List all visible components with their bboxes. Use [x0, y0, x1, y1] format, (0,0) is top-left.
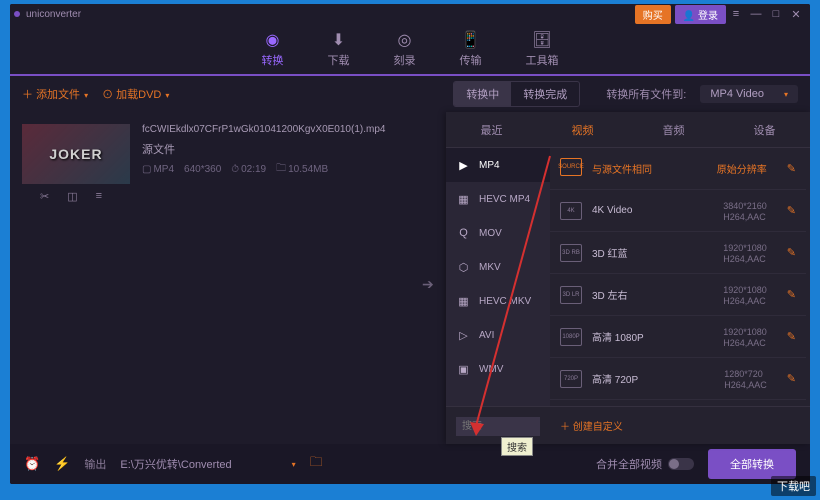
file-size: 🗀 10.54MB	[276, 161, 328, 178]
nav-transfer[interactable]: 📱传输	[460, 30, 482, 68]
file-card[interactable]: JOKER ✂ ◫ ≡ fcCWIEkdlx07CFrP1wGk01041200…	[22, 124, 428, 203]
quicktime-icon: Q	[456, 226, 471, 241]
app-title: uniconverter	[26, 9, 81, 20]
file-duration: ⏱ 02:19	[231, 164, 266, 175]
file-thumbnail: JOKER	[22, 124, 130, 184]
preset-4k[interactable]: 4K4K Video3840*2160H264,AAC✎	[550, 190, 806, 232]
close-button[interactable]: ✕	[786, 8, 806, 21]
fmt-mov[interactable]: QMOV	[446, 216, 550, 250]
gpu-icon[interactable]: ⚡	[54, 456, 70, 472]
format-panel: 最近 视频 音频 设备 ▶MP4 ▦HEVC MP4 QMOV ⬡MKV ▦HE…	[446, 112, 810, 444]
preset-3d-lr[interactable]: 3D LR3D 左右1920*1080H264,AAC✎	[550, 274, 806, 316]
convert-to-label: 转换所有文件到:	[606, 86, 686, 102]
avi-icon: ▷	[456, 328, 471, 343]
watermark: 下载吧	[771, 476, 816, 496]
edit-icon[interactable]: ✎	[787, 162, 796, 175]
tab-completed[interactable]: 转换完成	[511, 82, 579, 106]
maximize-button[interactable]: □	[766, 8, 786, 20]
main-nav: ◉转换 ⬇下载 ◎刻录 📱传输 🗄工具箱	[10, 24, 810, 76]
minimize-button[interactable]: —	[746, 8, 766, 20]
schedule-icon[interactable]: ⏰	[24, 456, 40, 472]
load-dvd-button[interactable]: ⊙ 加载DVD▾	[102, 86, 169, 102]
output-label: 输出	[84, 456, 106, 472]
fmt-mp4[interactable]: ▶MP4	[446, 148, 550, 182]
nav-burn[interactable]: ◎刻录	[394, 30, 416, 68]
source-label: 源文件	[142, 141, 428, 157]
buy-button[interactable]: 购买	[635, 5, 671, 24]
add-file-button[interactable]: ＋ 添加文件▾	[22, 86, 88, 102]
edit-icon[interactable]: ✎	[787, 372, 796, 385]
hevc-icon: ▦	[456, 294, 471, 309]
merge-label: 合并全部视频	[596, 456, 662, 472]
file-list: JOKER ✂ ◫ ≡ fcCWIEkdlx07CFrP1wGk01041200…	[10, 112, 440, 444]
preset-720p[interactable]: 720P高清 720P1280*720H264,AAC✎	[550, 358, 806, 400]
edit-icon[interactable]: ✎	[787, 204, 796, 217]
phone-icon: 📱	[461, 30, 481, 50]
folder-icon[interactable]: 🗀	[310, 453, 323, 475]
crop-icon[interactable]: ◫	[67, 190, 77, 203]
fmt-avi[interactable]: ▷AVI	[446, 318, 550, 352]
login-button[interactable]: 👤 登录	[675, 5, 726, 24]
app-logo-icon	[14, 11, 20, 17]
trim-icon[interactable]: ✂	[40, 190, 49, 203]
nav-convert[interactable]: ◉转换	[262, 30, 284, 68]
search-tooltip: 搜索	[501, 437, 533, 456]
output-path[interactable]: E:\万兴优转\Converted▾	[120, 456, 295, 472]
mkv-icon: ⬡	[456, 260, 471, 275]
toolbar: ＋ 添加文件▾ ⊙ 加载DVD▾ 转换中 转换完成 转换所有文件到: MP4 V…	[10, 76, 810, 112]
app-window: uniconverter 购买 👤 登录 ≡ — □ ✕ ◉转换 ⬇下载 ◎刻录…	[10, 4, 810, 484]
disc-icon: ◎	[398, 30, 412, 50]
preset-same-as-source[interactable]: SOURCE与源文件相同原始分辨率✎	[550, 148, 806, 190]
preset-1080p[interactable]: 1080P高清 1080P1920*1080H264,AAC✎	[550, 316, 806, 358]
fmt-mkv[interactable]: ⬡MKV	[446, 250, 550, 284]
footer: ⏰ ⚡ 输出 E:\万兴优转\Converted▾ 🗀 合并全部视频 全部转换	[10, 444, 810, 484]
fmt-hevc-mkv[interactable]: ▦HEVC MKV	[446, 284, 550, 318]
tab-converting[interactable]: 转换中	[454, 82, 511, 106]
hevc-icon: ▦	[456, 192, 471, 207]
file-format: ▢ MP4	[142, 164, 174, 175]
nav-toolbox[interactable]: 🗄工具箱	[526, 30, 559, 68]
toolbox-icon: 🗄	[532, 30, 552, 50]
fmt-wmv[interactable]: ▣WMV	[446, 352, 550, 386]
edit-icon[interactable]: ✎	[787, 330, 796, 343]
file-name: fcCWIEkdlx07CFrP1wGk01041200KgvX0E010(1)…	[142, 124, 428, 135]
fmt-hevc-mp4[interactable]: ▦HEVC MP4	[446, 182, 550, 216]
file-resolution: 640*360	[184, 164, 221, 175]
format-list: ▶MP4 ▦HEVC MP4 QMOV ⬡MKV ▦HEVC MKV ▷AVI …	[446, 148, 550, 406]
play-icon: ◉	[266, 30, 280, 50]
search-input[interactable]	[456, 417, 540, 436]
convert-tabs: 转换中 转换完成	[453, 81, 580, 107]
create-custom-button[interactable]: ＋ 创建自定义	[550, 418, 810, 433]
video-icon: ▶	[456, 158, 471, 173]
convert-all-button[interactable]: 全部转换	[708, 449, 796, 479]
nav-download[interactable]: ⬇下载	[328, 30, 350, 68]
menu-button[interactable]: ≡	[726, 8, 746, 20]
edit-icon[interactable]: ✎	[787, 288, 796, 301]
effects-icon[interactable]: ≡	[96, 190, 102, 203]
preset-3d-rb[interactable]: 3D RB3D 红蓝1920*1080H264,AAC✎	[550, 232, 806, 274]
arrow-icon: ➔	[422, 276, 434, 293]
rtab-video[interactable]: 视频	[560, 122, 606, 138]
output-format-combo[interactable]: MP4 Video▾	[700, 85, 798, 103]
rtab-audio[interactable]: 音频	[651, 122, 697, 138]
wmv-icon: ▣	[456, 362, 471, 377]
edit-icon[interactable]: ✎	[787, 246, 796, 259]
rtab-device[interactable]: 设备	[742, 122, 788, 138]
preset-list: SOURCE与源文件相同原始分辨率✎ 4K4K Video3840*2160H2…	[550, 148, 810, 406]
titlebar: uniconverter 购买 👤 登录 ≡ — □ ✕	[10, 4, 810, 24]
download-icon: ⬇	[332, 30, 345, 50]
merge-toggle[interactable]	[668, 458, 694, 470]
rtab-recent[interactable]: 最近	[469, 122, 515, 138]
